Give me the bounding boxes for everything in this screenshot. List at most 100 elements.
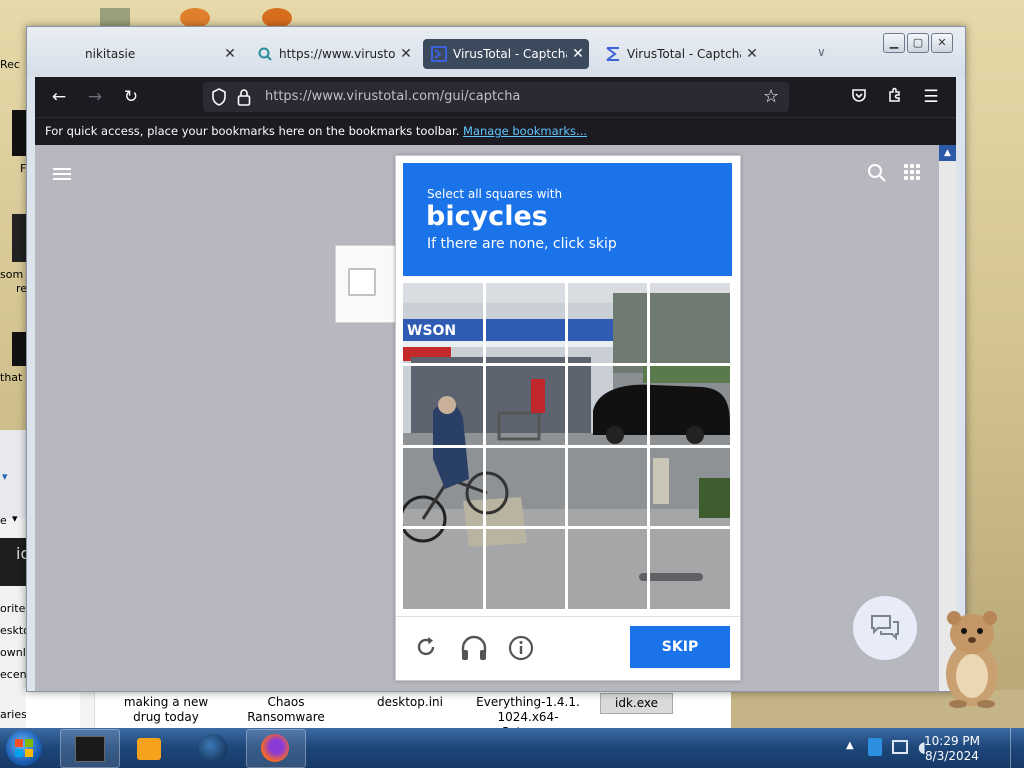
captcha-tile[interactable] bbox=[403, 365, 485, 447]
captcha-subtext: If there are none, click skip bbox=[427, 236, 617, 252]
tab-close-button[interactable]: ✕ bbox=[567, 46, 589, 62]
desktop-icon[interactable] bbox=[0, 110, 26, 160]
show-hidden-icons-icon[interactable]: ▲ bbox=[846, 740, 854, 751]
nav-item-downloads[interactable]: ownl bbox=[0, 646, 26, 659]
tab-close-button[interactable]: ✕ bbox=[395, 46, 417, 62]
forward-arrow-icon[interactable]: → bbox=[85, 87, 105, 107]
virustotal-icon bbox=[605, 46, 621, 62]
file-item[interactable]: making a new drug today bbox=[120, 695, 212, 725]
captcha-tile[interactable] bbox=[567, 446, 649, 528]
captcha-tile[interactable] bbox=[648, 283, 730, 365]
window-controls: ▁ ▢ ✕ bbox=[883, 33, 953, 53]
back-arrow-icon[interactable]: ← bbox=[49, 87, 69, 107]
chat-support-button[interactable] bbox=[853, 596, 917, 660]
captcha-target: bicycles bbox=[426, 201, 548, 232]
captcha-challenge: Select all squares with bicycles If ther… bbox=[395, 155, 741, 681]
tab-virustotal-captcha[interactable]: VirusTotal - Captcha ✕ bbox=[597, 39, 763, 69]
captcha-tile[interactable] bbox=[567, 283, 649, 365]
captcha-tile[interactable] bbox=[485, 528, 567, 610]
taskbar-app-explorer[interactable] bbox=[60, 729, 120, 768]
headphones-icon[interactable] bbox=[460, 635, 488, 665]
bookmarks-hint: For quick access, place your bookmarks h… bbox=[45, 124, 460, 138]
skip-button[interactable]: SKIP bbox=[630, 626, 730, 668]
captcha-tile[interactable] bbox=[567, 528, 649, 610]
captcha-header: Select all squares with bicycles If ther… bbox=[403, 163, 732, 276]
url-input[interactable] bbox=[263, 88, 747, 105]
tab-close-button[interactable]: ✕ bbox=[219, 46, 241, 62]
explorer-side-panel: ▾ e ▾ id orites eskto ownl ecent aries bbox=[0, 430, 31, 728]
taskbar-clock[interactable]: 10:29 PM 8/3/2024 bbox=[920, 734, 984, 764]
nav-item-libraries[interactable]: aries bbox=[0, 708, 27, 721]
chevron-down-icon[interactable]: ▾ bbox=[12, 512, 18, 525]
desktop-icon[interactable] bbox=[100, 8, 130, 28]
captcha-instruction: Select all squares with bbox=[427, 187, 563, 201]
minimize-button[interactable]: ▁ bbox=[883, 33, 905, 53]
apps-grid-icon[interactable] bbox=[904, 164, 920, 180]
pocket-icon[interactable] bbox=[849, 87, 869, 107]
taskbar: ▲ ◖ 10:29 PM 8/3/2024 bbox=[0, 728, 1024, 768]
desktop-icon[interactable] bbox=[0, 332, 26, 368]
search-icon[interactable] bbox=[867, 163, 887, 187]
globe-icon bbox=[199, 734, 227, 762]
folder-icon bbox=[75, 736, 105, 762]
reload-icon[interactable]: ↻ bbox=[121, 87, 141, 107]
windows-logo-icon bbox=[15, 739, 33, 757]
captcha-tile[interactable] bbox=[485, 365, 567, 447]
captcha-tile[interactable] bbox=[403, 446, 485, 528]
captcha-tile[interactable] bbox=[403, 528, 485, 610]
tab-virustotal-captcha-active[interactable]: VirusTotal - Captcha ✕ bbox=[423, 39, 589, 69]
captcha-footer: SKIP bbox=[396, 616, 740, 681]
taskbar-app-globe[interactable] bbox=[184, 729, 244, 768]
manage-bookmarks-link[interactable]: Manage bookmarks... bbox=[463, 124, 587, 138]
clock-time: 10:29 PM bbox=[924, 734, 980, 748]
desktop-icon[interactable] bbox=[0, 214, 26, 266]
captcha-tile[interactable] bbox=[648, 528, 730, 610]
recaptcha-checkbox-widget bbox=[335, 245, 399, 323]
captcha-tile[interactable] bbox=[403, 283, 485, 365]
desktop-icon-label[interactable]: som re bbox=[0, 268, 26, 296]
tab-nikitasie[interactable]: nikitasie ✕ bbox=[63, 39, 241, 69]
captcha-image-grid: WSON bbox=[403, 283, 730, 609]
desktop-icon-label-recycle[interactable]: Rec bbox=[0, 58, 26, 71]
hamburger-menu-icon[interactable] bbox=[53, 165, 71, 183]
explorer-file-strip: making a new drug today Chaos Ransomware d… bbox=[26, 690, 731, 739]
maximize-button[interactable]: ▢ bbox=[907, 33, 929, 53]
network-icon[interactable] bbox=[892, 740, 908, 754]
close-window-button[interactable]: ✕ bbox=[931, 33, 953, 53]
bookmark-star-icon[interactable]: ☆ bbox=[763, 86, 779, 107]
info-icon[interactable] bbox=[508, 635, 534, 665]
reload-icon[interactable] bbox=[414, 635, 438, 663]
file-item[interactable]: desktop.ini bbox=[366, 695, 454, 710]
lock-icon[interactable] bbox=[237, 88, 251, 110]
extensions-icon[interactable] bbox=[885, 87, 905, 107]
desktop-icon-label[interactable]: that bbox=[0, 371, 26, 384]
tray-app-icon[interactable] bbox=[868, 738, 882, 756]
captcha-tile[interactable] bbox=[485, 283, 567, 365]
captcha-tile[interactable] bbox=[648, 365, 730, 447]
tab-virustotal-search[interactable]: https://www.virustotal ✕ bbox=[249, 39, 417, 69]
chevron-down-icon[interactable]: ▾ bbox=[2, 470, 8, 483]
taskbar-app-firefox[interactable] bbox=[246, 729, 306, 768]
virustotal-icon bbox=[431, 46, 447, 62]
file-item[interactable]: Chaos Ransomware bbox=[240, 695, 332, 725]
hamster-desktop-pet[interactable] bbox=[936, 604, 1008, 708]
desktop-icon[interactable] bbox=[262, 8, 292, 28]
bookmarks-toolbar: For quick access, place your bookmarks h… bbox=[35, 117, 956, 145]
show-desktop-button[interactable] bbox=[1010, 728, 1024, 768]
recaptcha-checkbox[interactable] bbox=[348, 268, 376, 296]
desktop-icon-label[interactable]: F bbox=[0, 162, 26, 175]
file-item-selected[interactable]: idk.exe bbox=[600, 693, 674, 714]
chevron-down-icon[interactable]: ∨ bbox=[817, 45, 826, 59]
scroll-up-arrow-icon[interactable]: ▲ bbox=[939, 145, 956, 161]
desktop-icon[interactable] bbox=[180, 8, 210, 28]
url-bar[interactable]: ☆ bbox=[203, 82, 789, 112]
captcha-tile[interactable] bbox=[485, 446, 567, 528]
shield-icon[interactable] bbox=[211, 88, 227, 110]
taskbar-app-media[interactable] bbox=[120, 729, 180, 768]
captcha-tile[interactable] bbox=[567, 365, 649, 447]
start-button[interactable] bbox=[6, 730, 42, 766]
menu-icon[interactable]: ☰ bbox=[921, 87, 941, 107]
chat-icon bbox=[871, 615, 899, 641]
tab-close-button[interactable]: ✕ bbox=[741, 46, 763, 62]
captcha-tile[interactable] bbox=[648, 446, 730, 528]
